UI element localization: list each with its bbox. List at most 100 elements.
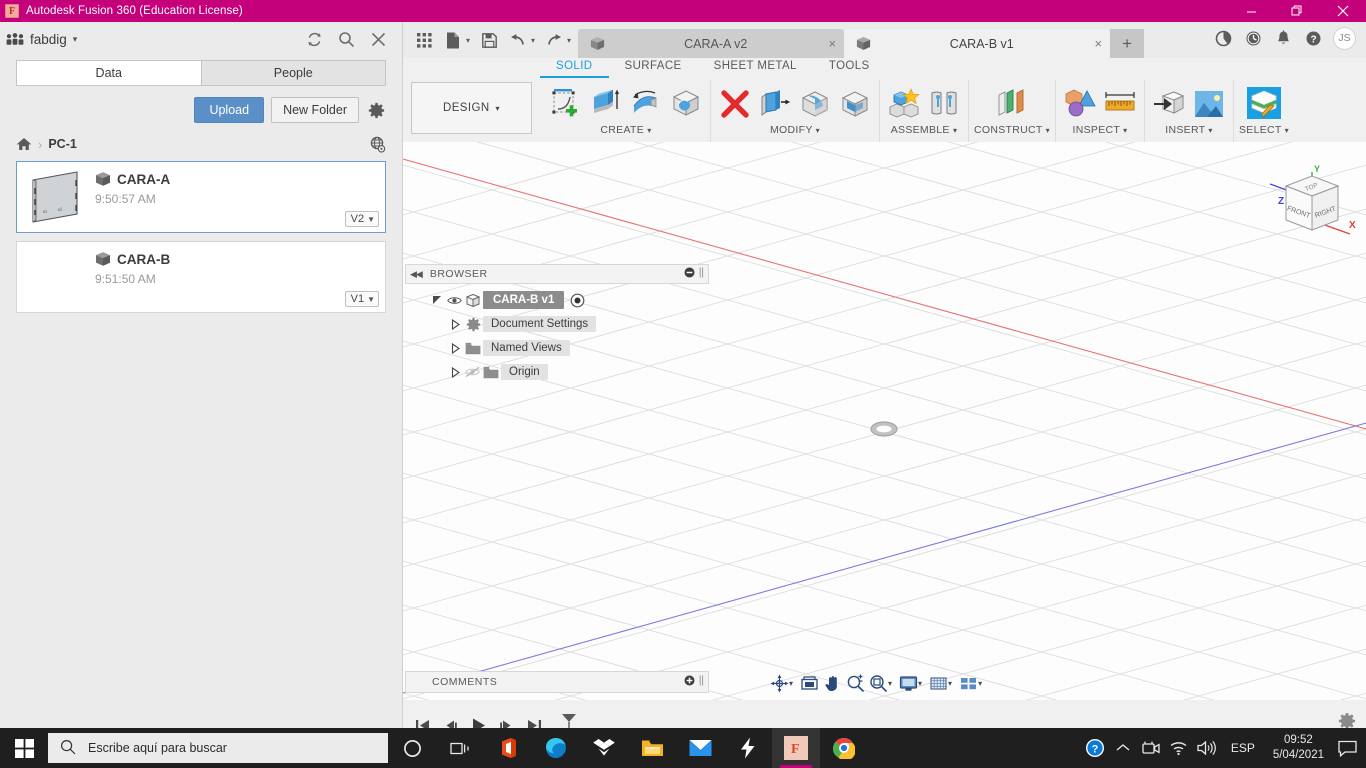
document-tab-cara-b[interactable]: CARA-B v1 × [844, 29, 1111, 58]
document-tab-cara-a[interactable]: CARA-A v2 × [578, 29, 845, 58]
dropbox-icon[interactable] [580, 728, 628, 768]
notifications-icon[interactable] [1273, 28, 1293, 48]
3d-viewport[interactable]: ◀◀ BROWSER CARA-B v1 Document Settings N… [403, 142, 1366, 700]
redo-icon[interactable] [541, 26, 567, 54]
offset-plane-icon[interactable] [993, 84, 1031, 124]
camera-icon[interactable] [1137, 728, 1165, 768]
chevron-down-icon[interactable]: ▾ [816, 126, 820, 135]
extrude-icon[interactable] [587, 84, 625, 124]
avatar[interactable]: JS [1333, 26, 1356, 50]
ribbon-tab-tools[interactable]: TOOLS [813, 58, 886, 76]
breadcrumb-project[interactable]: PC-1 [48, 137, 76, 151]
press-pull-icon[interactable] [756, 84, 794, 124]
search-icon[interactable] [336, 29, 356, 49]
hub-chevron-down-icon[interactable]: ▾ [73, 34, 78, 45]
office-icon[interactable] [484, 728, 532, 768]
comments-panel-header[interactable]: COMMENTS [405, 671, 709, 693]
notifications-icon[interactable] [1332, 728, 1362, 768]
expand-arrow-icon[interactable] [447, 342, 463, 354]
chevron-down-icon[interactable]: ▾ [1208, 126, 1212, 135]
close-panel-icon[interactable] [368, 29, 388, 49]
lightning-icon[interactable] [724, 728, 772, 768]
clock[interactable]: 09:52 5/04/2021 [1265, 733, 1332, 763]
list-item[interactable]: a1 a2 CARA-A 9:50:57 AM V2 ▼ [16, 161, 386, 233]
viewports-chevron-icon[interactable]: ▾ [978, 679, 982, 688]
version-badge[interactable]: V2 ▼ [344, 211, 379, 227]
fillet-icon[interactable] [796, 84, 834, 124]
new-document-icon[interactable] [440, 26, 466, 54]
fit-chevron-icon[interactable]: ▾ [888, 679, 892, 688]
expand-arrow-icon[interactable] [447, 318, 463, 330]
help-icon[interactable]: ? [1303, 28, 1323, 48]
save-icon[interactable] [476, 26, 502, 54]
undo-chevron-icon[interactable]: ▾ [531, 36, 535, 45]
upload-button[interactable]: Upload [194, 97, 265, 123]
view-cube[interactable]: TOP FRONT RIGHT Z X Y [1266, 164, 1358, 250]
collapse-left-icon[interactable]: ◀◀ [410, 269, 423, 280]
plus-circle-icon[interactable] [684, 675, 695, 689]
expand-arrow-icon[interactable] [447, 366, 463, 378]
chevron-down-icon[interactable]: ▾ [1123, 126, 1127, 135]
refresh-icon[interactable] [304, 29, 324, 49]
close-button[interactable] [1320, 0, 1366, 22]
tree-node-root[interactable]: CARA-B v1 [405, 290, 709, 310]
eye-icon[interactable] [445, 295, 463, 306]
display-chevron-icon[interactable]: ▾ [918, 679, 922, 688]
language-indicator[interactable]: ESP [1221, 741, 1265, 755]
ribbon-tab-sheet-metal[interactable]: SHEET METAL [698, 58, 813, 76]
fusion360-icon[interactable]: F [772, 728, 820, 768]
grip-icon[interactable] [699, 675, 704, 689]
ribbon-tab-surface[interactable]: SURFACE [609, 58, 698, 76]
gear-icon[interactable] [366, 100, 386, 120]
new-tab-button[interactable]: + [1110, 29, 1145, 58]
eye-hidden-icon[interactable] [463, 366, 481, 378]
globe-icon[interactable] [369, 136, 386, 153]
look-at-icon[interactable] [798, 672, 820, 694]
close-icon[interactable]: × [1094, 36, 1102, 51]
volume-icon[interactable] [1193, 728, 1221, 768]
display-settings-icon[interactable] [897, 672, 919, 694]
tree-node-document-settings[interactable]: Document Settings [405, 314, 709, 334]
list-item[interactable]: CARA-B 9:51:50 AM V1 ▼ [16, 241, 386, 313]
ribbon-tab-solid[interactable]: SOLID [540, 58, 609, 78]
chrome-icon[interactable] [820, 728, 868, 768]
app-grid-icon[interactable] [411, 26, 437, 54]
delete-icon[interactable] [716, 84, 754, 124]
chevron-down-icon[interactable]: ▾ [953, 126, 957, 135]
new-folder-button[interactable]: New Folder [271, 97, 359, 123]
create-sketch-icon[interactable] [547, 84, 585, 124]
redo-chevron-icon[interactable]: ▾ [567, 36, 571, 45]
tree-node-named-views[interactable]: Named Views [405, 338, 709, 358]
grid-chevron-icon[interactable]: ▾ [948, 679, 952, 688]
tree-node-origin[interactable]: Origin [405, 362, 709, 382]
new-component-icon[interactable] [885, 84, 923, 124]
tab-data[interactable]: Data [16, 60, 202, 86]
chevron-down-icon[interactable]: ▾ [647, 126, 651, 135]
revolve-icon[interactable] [627, 84, 665, 124]
tab-people[interactable]: People [201, 60, 386, 86]
search-input[interactable]: Escribe aquí para buscar [48, 733, 388, 763]
chevron-down-icon[interactable]: ▾ [1046, 126, 1050, 135]
maximize-button[interactable] [1274, 0, 1320, 22]
job-status-icon[interactable] [1213, 28, 1233, 48]
grip-icon[interactable] [699, 267, 704, 281]
expand-arrow-icon[interactable] [429, 295, 445, 306]
pan-icon[interactable] [821, 672, 843, 694]
new-document-chevron-icon[interactable]: ▾ [466, 36, 470, 45]
select-paint-icon[interactable] [1245, 84, 1283, 124]
wifi-icon[interactable] [1165, 728, 1193, 768]
canvas-image-icon[interactable] [1190, 84, 1228, 124]
windows-start-icon[interactable] [0, 728, 48, 768]
radio-selected-icon[interactable] [570, 293, 585, 308]
close-icon[interactable]: × [828, 36, 836, 51]
cortana-icon[interactable] [388, 728, 436, 768]
home-icon[interactable] [16, 137, 32, 151]
undo-icon[interactable] [505, 26, 531, 54]
shell-icon[interactable] [836, 84, 874, 124]
chevron-down-icon[interactable]: ▾ [1285, 126, 1289, 135]
zoom-icon[interactable] [844, 672, 866, 694]
task-view-icon[interactable] [436, 728, 484, 768]
minus-circle-icon[interactable] [684, 267, 695, 281]
orbit-icon[interactable] [768, 672, 790, 694]
minimize-button[interactable] [1228, 0, 1274, 22]
